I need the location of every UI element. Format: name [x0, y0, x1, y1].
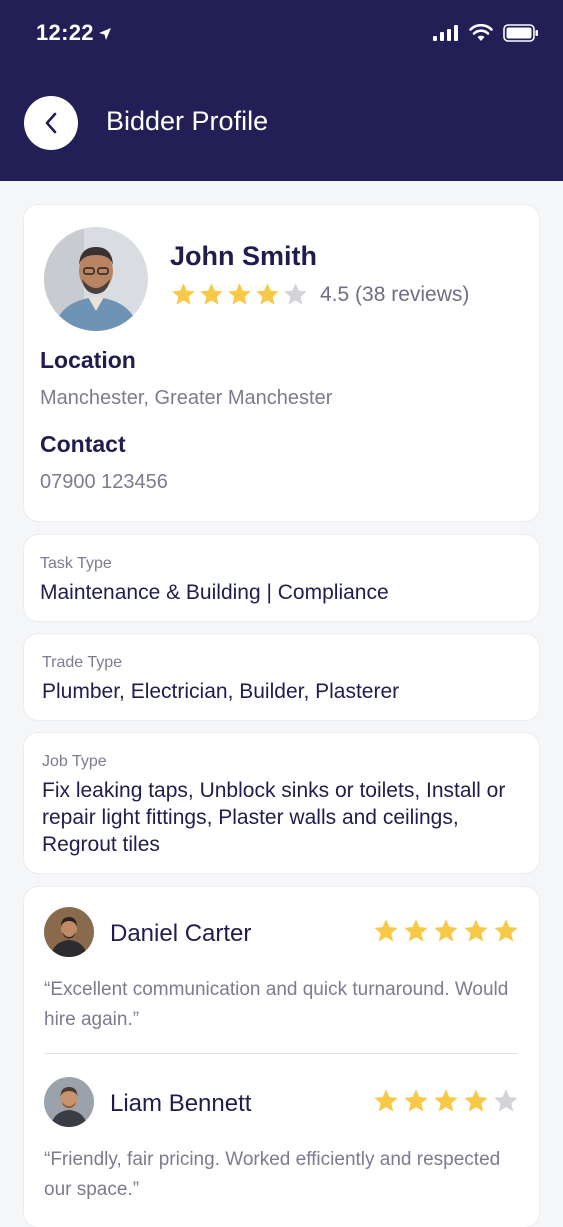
- status-time: 12:22: [36, 20, 94, 45]
- profile-card: John Smith 4.5 (38 reviews) Location Man…: [24, 205, 539, 521]
- reviewer-avatar: [44, 1077, 94, 1127]
- location-value: Manchester, Greater Manchester: [40, 387, 333, 409]
- star-icon: [464, 1089, 488, 1112]
- reviews-card: Daniel Carter “Excellent communication a…: [24, 887, 539, 1227]
- star-icon: [374, 919, 398, 942]
- page-title: Bidder Profile: [106, 106, 269, 136]
- contact-heading: Contact: [40, 431, 126, 457]
- reviewer-name: Daniel Carter: [110, 920, 252, 947]
- wifi-icon: [469, 24, 493, 41]
- star-icon: [256, 283, 279, 305]
- star-icon: [172, 283, 195, 305]
- task-type-value: Maintenance & Building | Compliance: [40, 581, 389, 604]
- review-text: “Excellent communication and quick turna…: [44, 979, 509, 1030]
- review-stars: [370, 917, 520, 945]
- star-empty-icon: [284, 283, 307, 305]
- cellular-signal-icon: [433, 25, 458, 41]
- contact-value[interactable]: 07900 123456: [40, 471, 168, 494]
- job-type-label: Job Type: [42, 753, 107, 770]
- trade-type-value: Plumber, Electrician, Builder, Plasterer: [42, 680, 400, 703]
- location-heading: Location: [40, 347, 136, 373]
- star-icon: [464, 919, 488, 942]
- star-icon: [434, 919, 458, 942]
- rating-text: 4.5 (38 reviews): [320, 282, 470, 306]
- task-type-card: Task Type Maintenance & Building | Compl…: [24, 535, 539, 621]
- bidder-name: John Smith: [170, 241, 317, 271]
- review-text: “Friendly, fair pricing. Worked efficien…: [44, 1149, 501, 1200]
- reviewer-avatar: [44, 907, 94, 957]
- star-icon: [200, 283, 223, 305]
- review-stars: [370, 1087, 520, 1115]
- star-icon: [374, 1089, 398, 1112]
- star-icon: [228, 283, 251, 305]
- trade-type-card: Trade Type Plumber, Electrician, Builder…: [24, 634, 539, 720]
- star-icon: [434, 1089, 458, 1112]
- review-divider: [44, 1053, 518, 1054]
- star-icon: [494, 919, 518, 942]
- rating-row: 4.5 (38 reviews): [170, 281, 469, 308]
- task-type-label: Task Type: [40, 555, 112, 572]
- job-type-card: Job Type Fix leaking taps, Unblock sinks…: [24, 733, 539, 873]
- status-icons: [433, 24, 539, 42]
- location-arrow-icon: [99, 28, 111, 40]
- battery-icon: [503, 24, 538, 42]
- trade-type-label: Trade Type: [42, 654, 123, 671]
- chevron-left-icon: [45, 112, 57, 134]
- job-type-value: Fix leaking taps, Unblock sinks or toile…: [42, 779, 506, 856]
- star-empty-icon: [494, 1089, 518, 1112]
- star-icon: [404, 919, 428, 942]
- avatar: [44, 227, 148, 331]
- star-icon: [404, 1089, 428, 1112]
- reviewer-name: Liam Bennett: [110, 1090, 252, 1117]
- app-header: 12:22 Bidder Profile: [0, 0, 563, 181]
- back-button[interactable]: [24, 96, 78, 150]
